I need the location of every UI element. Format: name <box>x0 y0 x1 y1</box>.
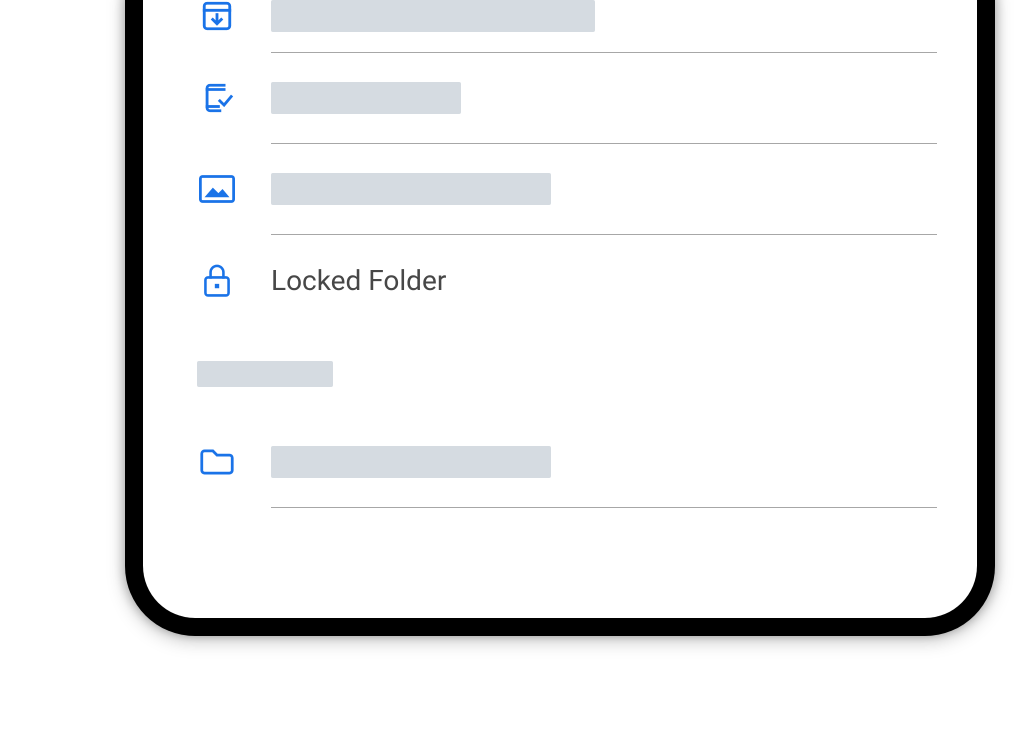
screen: Locked Folder <box>143 0 977 618</box>
locked-folder-label: Locked Folder <box>271 264 446 297</box>
list-item[interactable] <box>143 417 977 507</box>
placeholder-text <box>271 82 461 114</box>
device-check-icon <box>197 78 237 118</box>
list-item[interactable] <box>143 0 977 52</box>
folder-icon <box>197 442 237 482</box>
phone-frame: Locked Folder <box>125 0 995 636</box>
placeholder-text <box>271 446 551 478</box>
list-item-label <box>271 173 937 205</box>
list-item-label <box>271 0 937 32</box>
list-item-locked-folder[interactable]: Locked Folder <box>143 235 977 325</box>
list-item-label: Locked Folder <box>271 264 937 297</box>
archive-download-icon <box>197 0 237 36</box>
list-item[interactable] <box>143 53 977 143</box>
placeholder-text <box>271 173 551 205</box>
lock-icon <box>197 260 237 300</box>
divider <box>271 507 937 508</box>
placeholder-text <box>271 0 595 32</box>
list-item-label <box>271 446 937 478</box>
image-icon <box>197 169 237 209</box>
utilities-list: Locked Folder <box>143 0 977 508</box>
list-item-label <box>271 82 937 114</box>
placeholder-text <box>197 361 333 387</box>
section-header <box>143 325 977 417</box>
list-item[interactable] <box>143 144 977 234</box>
